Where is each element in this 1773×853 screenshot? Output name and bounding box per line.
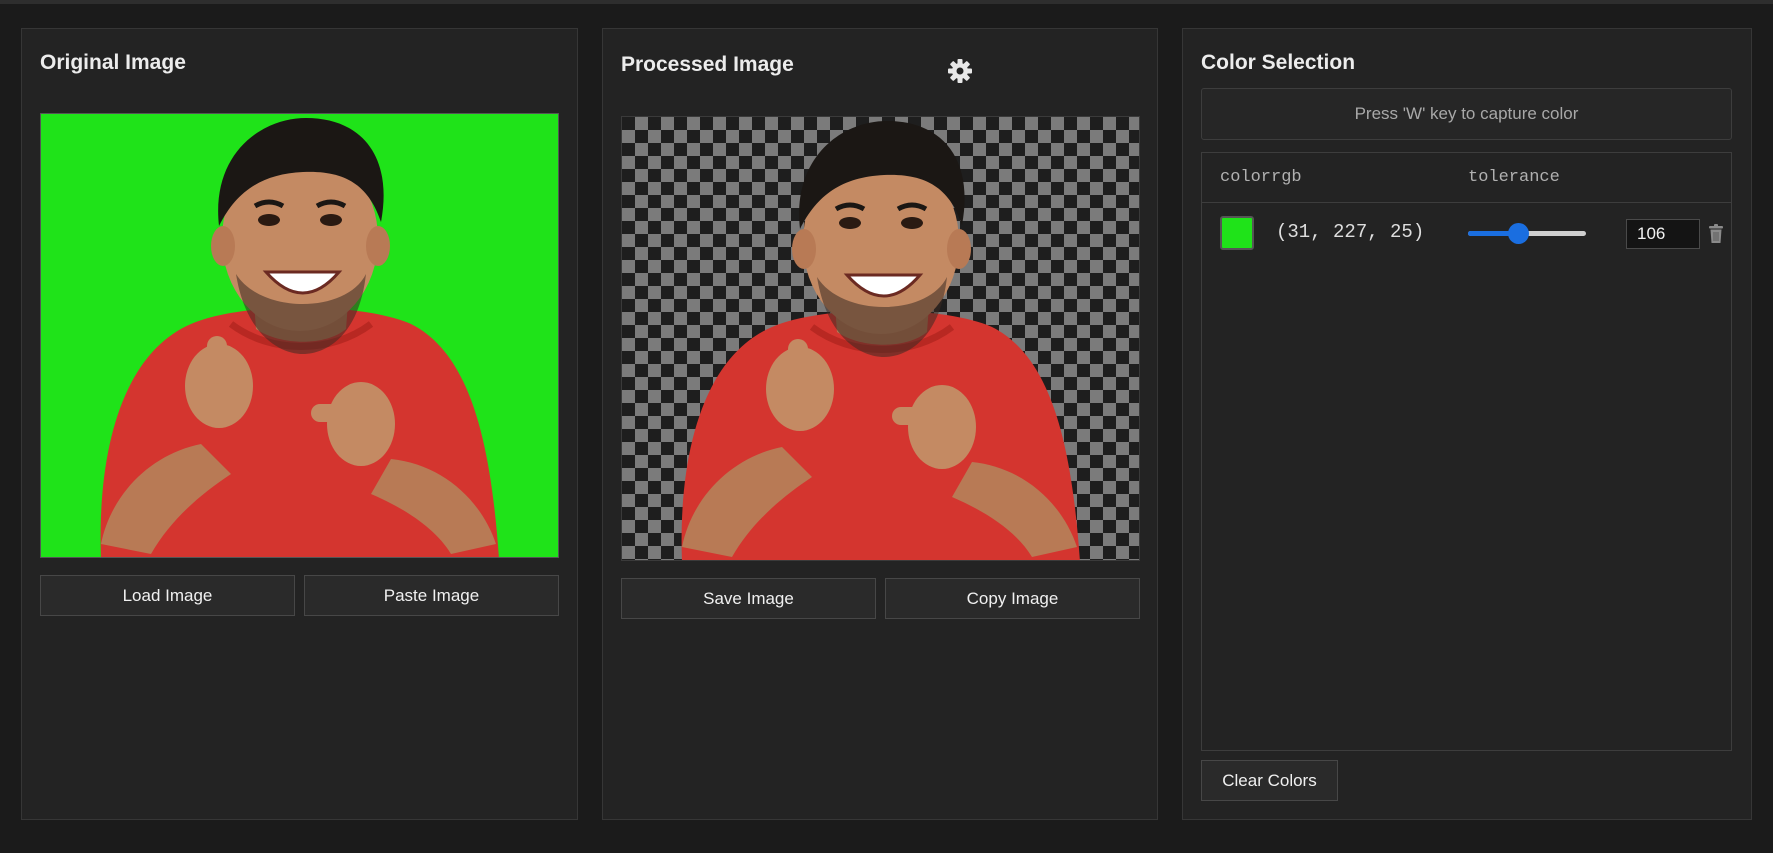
column-header-color: colorrgb	[1220, 168, 1302, 187]
original-image-panel: Original Image Load Image Paste Image	[21, 28, 578, 820]
load-image-button[interactable]: Load Image	[40, 575, 295, 616]
original-image	[40, 113, 559, 558]
tolerance-input[interactable]	[1626, 219, 1700, 249]
color-table-header: colorrgb tolerance	[1202, 153, 1731, 203]
color-rgb-value: (31, 227, 25)	[1276, 221, 1425, 243]
color-selection-title: Color Selection	[1201, 51, 1356, 74]
original-image-title: Original Image	[40, 51, 186, 74]
clear-colors-button[interactable]: Clear Colors	[1201, 760, 1338, 801]
color-row: (31, 227, 25)	[1202, 211, 1731, 263]
tolerance-slider[interactable]	[1468, 223, 1586, 244]
processed-image-title: Processed Image	[621, 53, 794, 76]
top-bar	[0, 0, 1773, 4]
gear-icon[interactable]	[947, 58, 973, 84]
color-selection-panel: Color Selection Press 'W' key to capture…	[1182, 28, 1752, 820]
copy-image-button[interactable]: Copy Image	[885, 578, 1140, 619]
column-header-tolerance: tolerance	[1468, 168, 1560, 187]
capture-hint: Press 'W' key to capture color	[1201, 88, 1732, 140]
color-table: colorrgb tolerance (31, 227, 25)	[1201, 152, 1732, 751]
processed-image-canvas	[622, 117, 1139, 560]
trash-icon[interactable]	[1708, 224, 1724, 244]
processed-image	[621, 116, 1140, 561]
slider-thumb[interactable]	[1508, 223, 1529, 244]
paste-image-button[interactable]: Paste Image	[304, 575, 559, 616]
processed-image-panel: Processed Image Save Image Copy Image	[602, 28, 1158, 820]
color-swatch[interactable]	[1220, 216, 1254, 250]
save-image-button[interactable]: Save Image	[621, 578, 876, 619]
original-image-canvas	[41, 114, 558, 557]
